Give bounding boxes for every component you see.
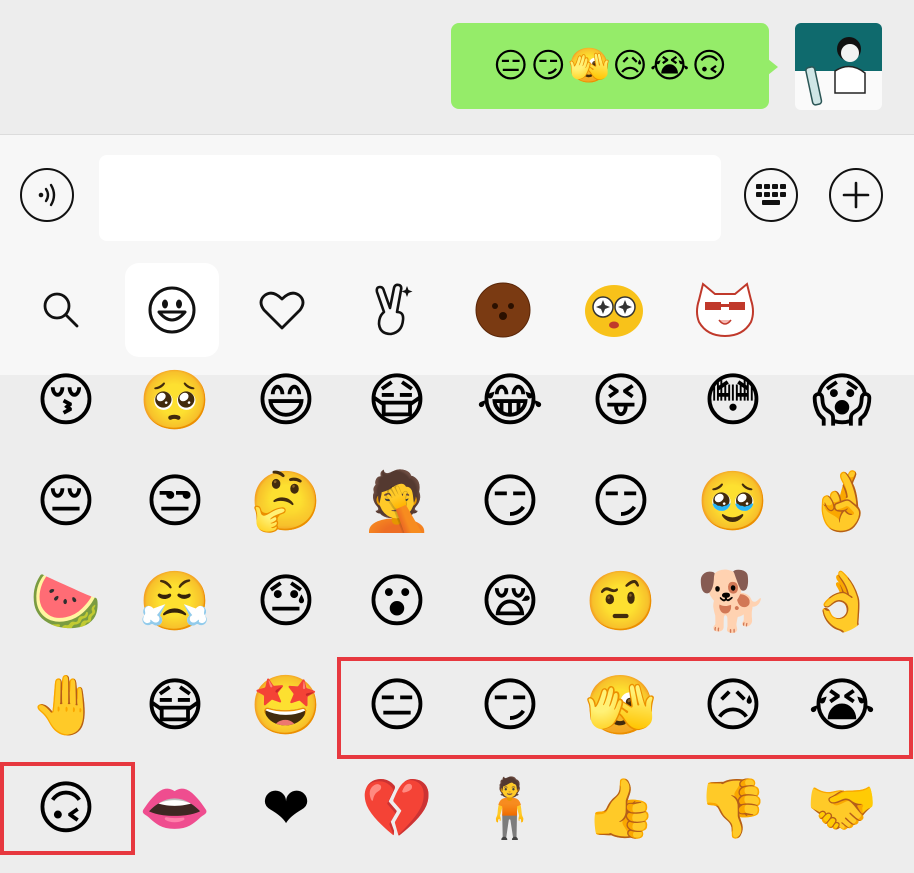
emoji-cell[interactable]: 😭 [797,660,887,750]
emoji-cell[interactable]: 😏 [465,660,555,750]
plus-button[interactable] [829,168,883,222]
emoji-cell[interactable]: 🤝 [797,763,887,853]
message-emoji: 🫣 [567,46,611,86]
keyboard-button[interactable] [744,168,798,222]
emoji-cell[interactable]: 🤨 [576,556,666,646]
message-emoji: 😥 [612,46,648,86]
emoji-cell[interactable]: 🥺 [130,355,220,445]
message-emoji: 😏 [530,46,566,86]
emoji-cell[interactable]: 🙃 [21,763,111,853]
emoji-cell[interactable]: 😳 [688,355,778,445]
tab-search[interactable] [14,263,108,357]
brown-face-sticker-icon [475,282,531,338]
message-emoji: 🙃 [691,46,727,86]
emoji-cell[interactable]: 😂 [465,355,555,445]
emoji-cell[interactable]: 😄 [241,355,331,445]
avatar-illustration [805,37,866,106]
emoji-cell[interactable]: 👌 [797,556,887,646]
star-eyes-sticker-icon [585,285,643,337]
emoji-cell[interactable]: 😏 [576,456,666,546]
emoji-cell[interactable]: 🤞 [797,456,887,546]
search-icon [43,292,79,328]
tab-gestures[interactable] [345,263,439,357]
smiley-icon [148,286,196,334]
message-emoji: 😑 [493,46,529,86]
emoji-cell[interactable]: 🤔 [241,456,331,546]
plus-icon [842,181,870,209]
victory-hand-icon [375,283,413,336]
avatar[interactable] [795,23,882,110]
emoji-cell[interactable]: 👍 [576,763,666,853]
tab-favorites[interactable] [235,263,329,357]
input-panel [0,134,914,375]
keyboard-icon [756,184,786,205]
tab-sticker-cat[interactable] [678,263,772,357]
emoji-cell[interactable]: 😑 [352,660,442,750]
emoji-cell[interactable]: 😮 [352,556,442,646]
emoji-cell[interactable]: 🐕 [688,556,778,646]
emoji-cell[interactable]: 😝 [576,355,666,445]
emoji-cell[interactable]: 🥹 [688,456,778,546]
message-input[interactable] [99,155,721,241]
emoji-cell[interactable]: 🤚 [21,660,111,750]
emoji-tab-bar [0,263,914,359]
tab-sticker-brown[interactable] [456,263,550,357]
emoji-cell[interactable]: 😚 [21,355,111,445]
heart-icon [259,291,305,330]
emoji-cell[interactable]: 👎 [688,763,778,853]
cat-sticker-icon [696,282,754,338]
emoji-grid: 😚 🥺 😄 😷 😂 😝 😳 😱 😔 😒 🤔 🤦 😏 😏 🥹 🤞 🍉 😤 😓 😮 😪 🤨 🐕 👌 🤚 😷 🤩 😑 😏 🫣 😥 😭 🙃 👄 ❤ 💔 🧍 👍 👎 🤝 [0,371,914,873]
emoji-cell[interactable]: 🤦 [352,456,442,546]
emoji-cell[interactable]: 😷 [130,660,220,750]
emoji-cell[interactable]: 🍉 [21,556,111,646]
emoji-cell[interactable]: 😥 [688,660,778,750]
sent-message-bubble[interactable]: 😑 😏 🫣 😥 😭 🙃 [451,23,778,109]
voice-icon [38,183,56,207]
emoji-cell[interactable]: 😒 [130,456,220,546]
emoji-cell[interactable]: 👄 [130,763,220,853]
emoji-cell[interactable]: 😔 [21,456,111,546]
emoji-cell[interactable]: 😏 [465,456,555,546]
tab-sticker-star-eyes[interactable] [567,263,661,357]
chat-area: 😑 😏 🫣 😥 😭 🙃 [0,0,914,134]
emoji-cell[interactable]: ❤ [241,763,331,853]
emoji-cell[interactable]: 😱 [797,355,887,445]
tab-emoji[interactable] [125,263,219,357]
emoji-cell[interactable]: 🤩 [241,660,331,750]
voice-button[interactable] [20,168,74,222]
emoji-cell[interactable]: 😤 [130,556,220,646]
emoji-cell[interactable]: 🧍 [465,763,555,853]
emoji-cell[interactable]: 💔 [352,763,442,853]
emoji-cell[interactable]: 🫣 [576,660,666,750]
message-emoji: 😭 [649,46,690,86]
emoji-cell[interactable]: 😪 [465,556,555,646]
emoji-cell[interactable]: 😷 [352,355,442,445]
emoji-cell[interactable]: 😓 [241,556,331,646]
